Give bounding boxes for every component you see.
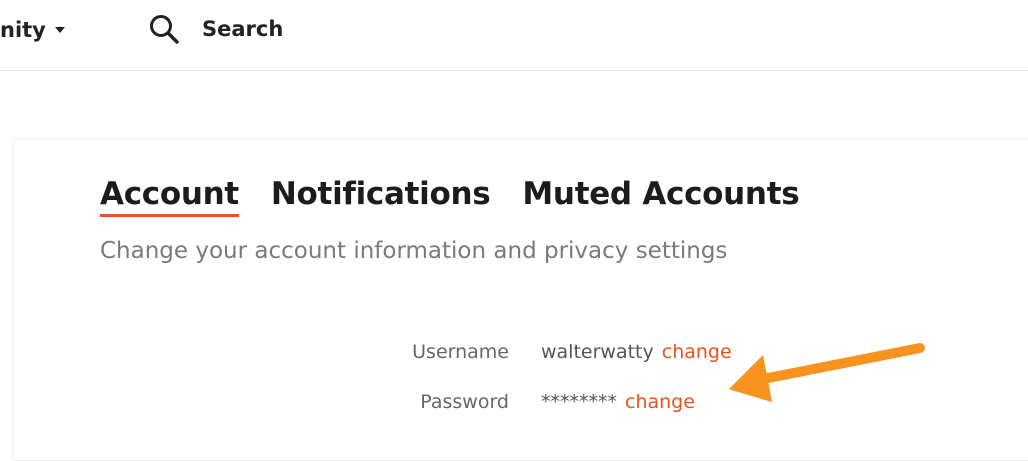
username-value: walterwatty (541, 341, 654, 363)
password-label: Password (420, 391, 509, 413)
settings-tabs: Account Notifications Muted Accounts (100, 176, 831, 217)
search-label: Search (202, 17, 284, 41)
settings-subtitle: Change your account information and priv… (100, 238, 728, 264)
tab-account[interactable]: Account (100, 176, 239, 217)
username-label: Username (412, 341, 509, 363)
community-dropdown[interactable]: nity (0, 16, 65, 44)
community-dropdown-label: nity (0, 18, 46, 42)
tab-notifications[interactable]: Notifications (271, 176, 491, 214)
search-icon (150, 15, 179, 44)
chevron-down-icon (54, 27, 65, 33)
password-value: ******** (541, 391, 617, 413)
top-navigation-bar: nity Search (0, 0, 1028, 71)
password-value-group: ******** change (541, 391, 695, 413)
search-button[interactable]: Search (148, 14, 283, 44)
tab-muted-accounts[interactable]: Muted Accounts (522, 176, 799, 214)
annotation-arrow (728, 343, 925, 403)
change-password-link[interactable]: change (625, 391, 695, 413)
